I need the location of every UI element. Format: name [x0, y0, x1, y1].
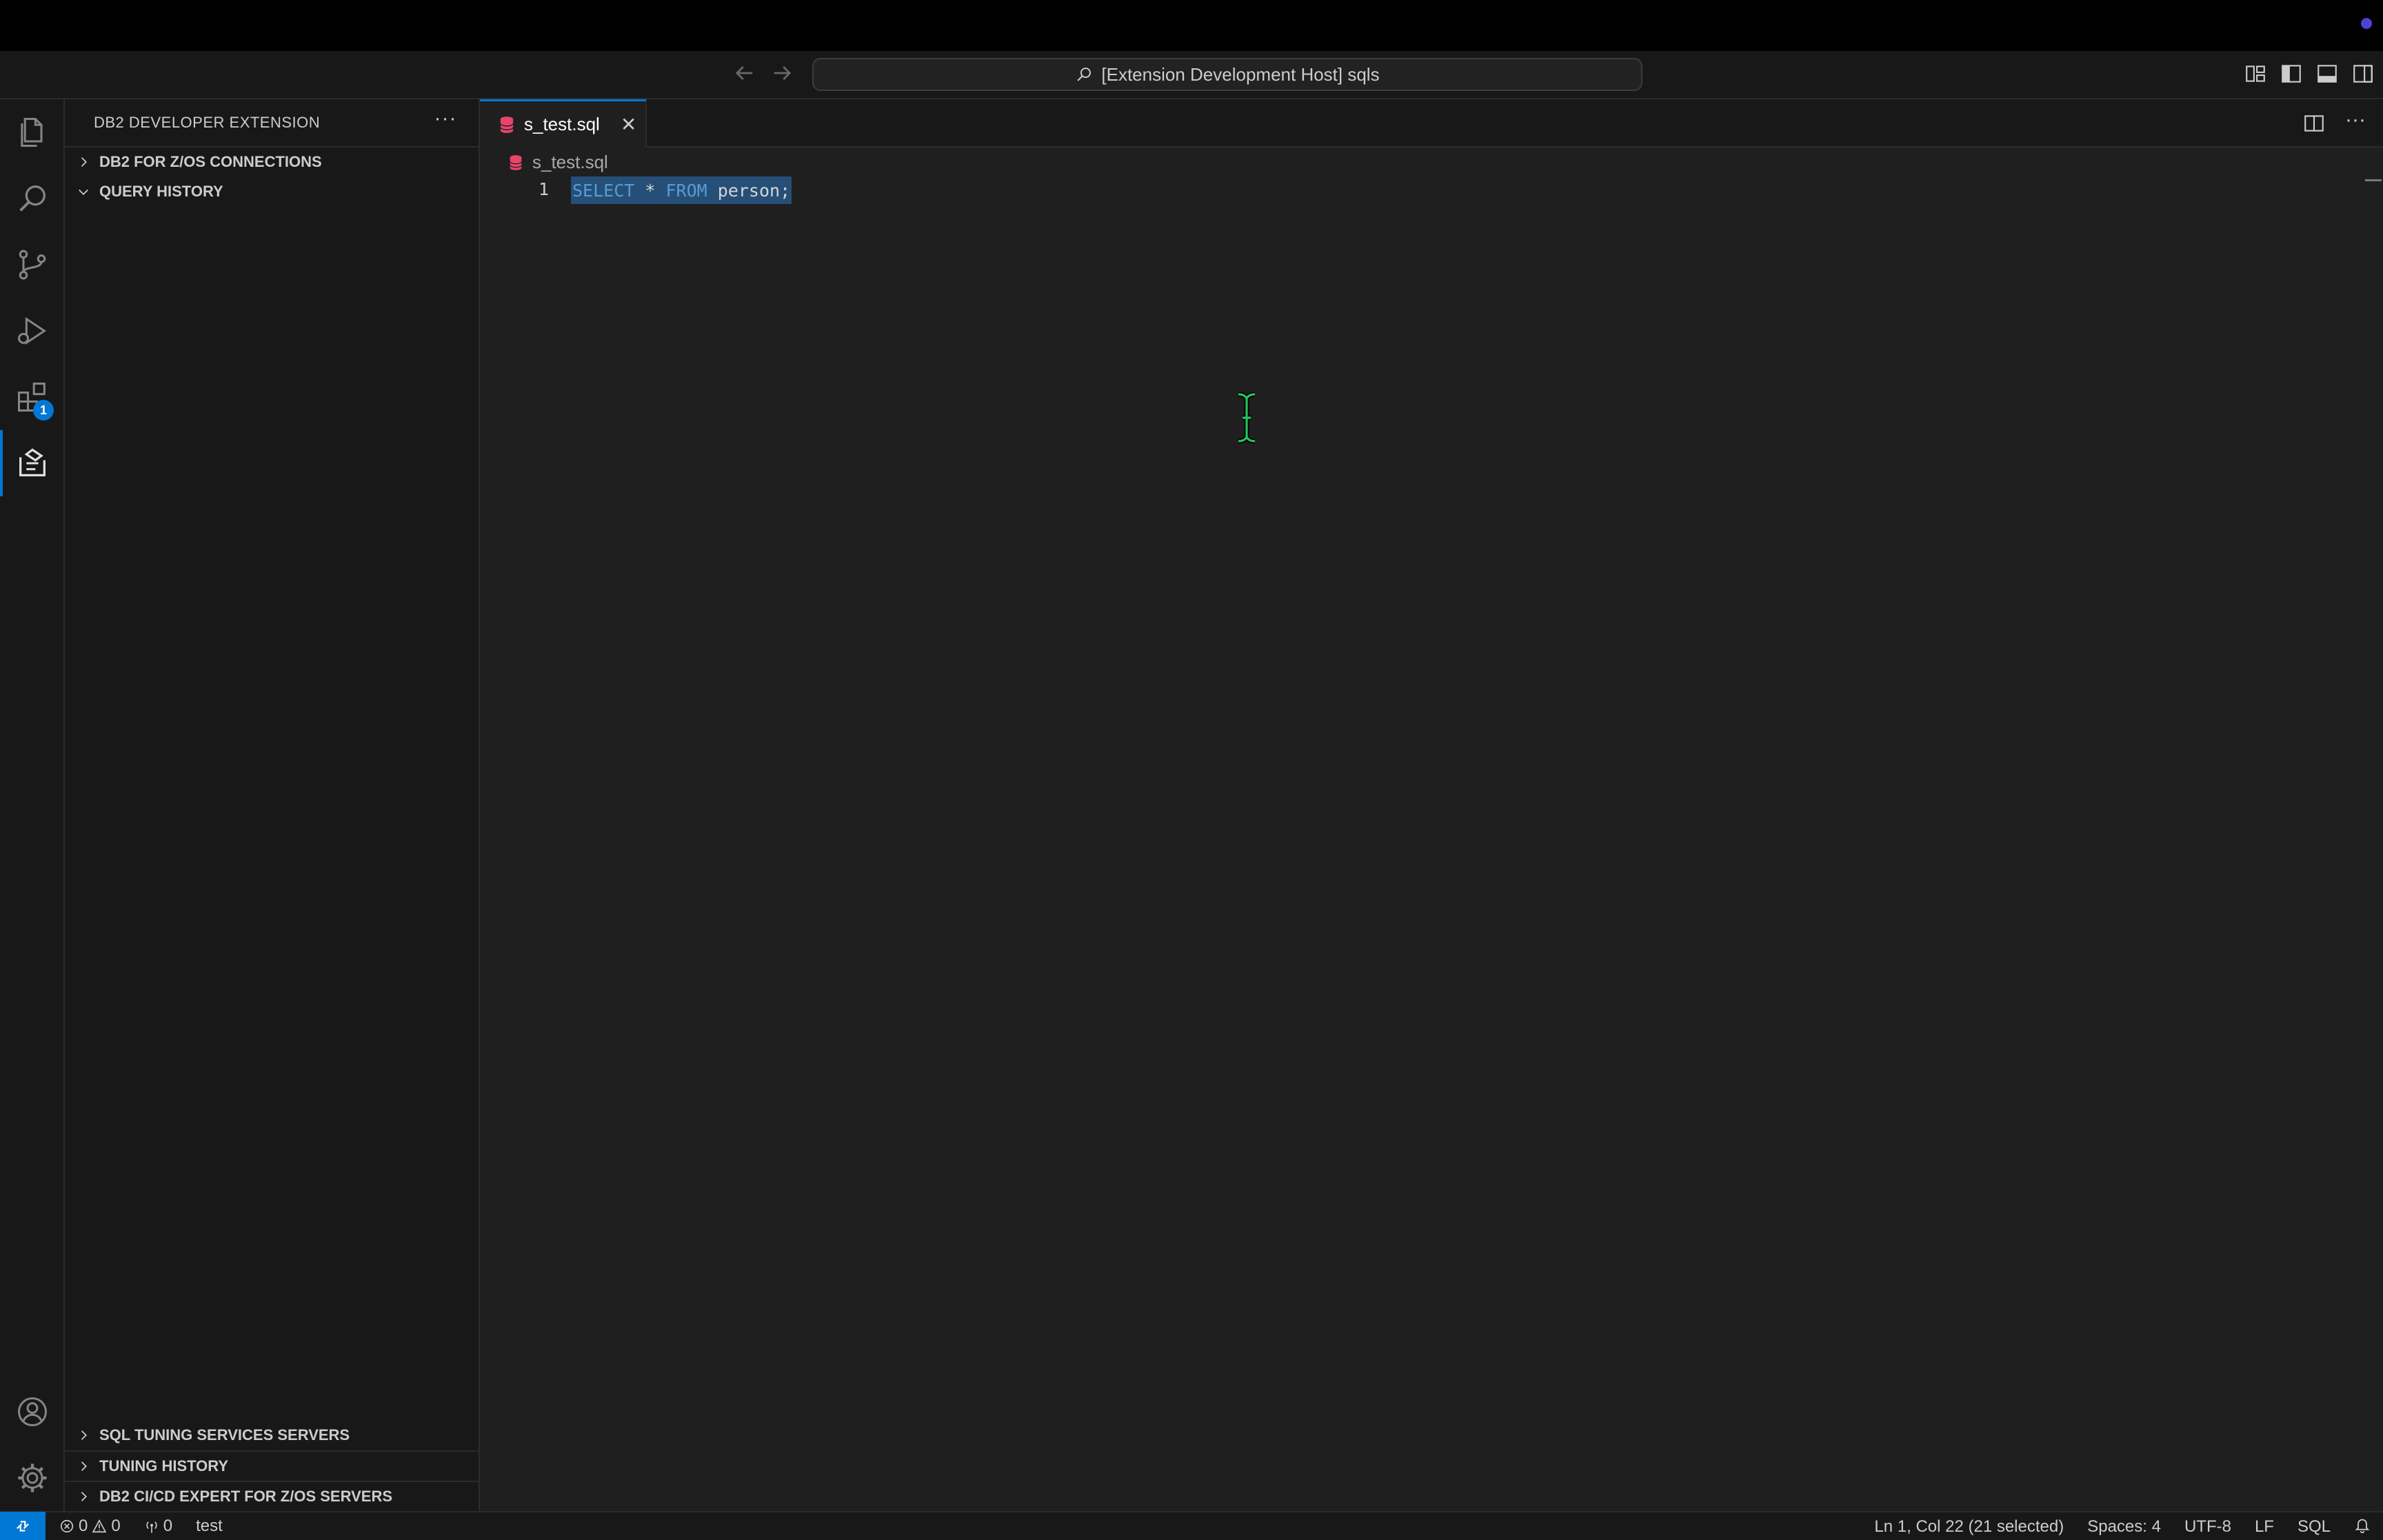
- keyword-token: SELECT: [572, 180, 635, 201]
- problems-indicator[interactable]: 0 0: [59, 1517, 121, 1536]
- operator-token: *: [645, 180, 656, 201]
- remote-indicator-icon[interactable]: [0, 1512, 46, 1540]
- section-label: DB2 CI/CD EXPERT FOR Z/OS SERVERS: [99, 1488, 393, 1505]
- broadcast-icon: [146, 1521, 157, 1533]
- editor-actions: ···: [2302, 110, 2368, 136]
- warning-count: 0: [111, 1517, 121, 1535]
- language-mode[interactable]: SQL: [2297, 1517, 2331, 1537]
- tab-label: s_test.sql: [524, 114, 600, 134]
- tab-s-test-sql[interactable]: s_test.sql ✕: [480, 99, 647, 148]
- run-debug-icon[interactable]: [0, 298, 65, 364]
- sidebar-header: DB2 DEVELOPER EXTENSION ···: [65, 99, 479, 146]
- error-count: 0: [79, 1517, 88, 1535]
- manage-gear-icon[interactable]: [0, 1445, 65, 1511]
- breadcrumb-file[interactable]: s_test.sql: [532, 152, 608, 173]
- section-db2-zos-connections[interactable]: DB2 FOR Z/OS CONNECTIONS: [65, 146, 479, 176]
- extensions-icon[interactable]: 1: [0, 364, 65, 430]
- navigation-arrows: [732, 61, 794, 85]
- profile-name: test: [196, 1517, 223, 1535]
- section-label: QUERY HISTORY: [99, 183, 223, 200]
- recording-indicator-dot: [2361, 18, 2372, 29]
- toggle-panel-icon[interactable]: [2315, 62, 2339, 85]
- encoding[interactable]: UTF-8: [2184, 1517, 2231, 1537]
- toggle-primary-sidebar-icon[interactable]: [2280, 62, 2303, 85]
- activity-bar: 1: [0, 99, 65, 1511]
- selected-code[interactable]: SELECT * FROM person;: [571, 176, 792, 204]
- more-actions-icon[interactable]: ···: [2343, 110, 2368, 136]
- section-db2-cicd-expert-servers[interactable]: DB2 CI/CD EXPERT FOR Z/OS SERVERS: [65, 1481, 479, 1511]
- section-sql-tuning-services-servers[interactable]: SQL TUNING SERVICES SERVERS: [65, 1420, 479, 1450]
- toggle-secondary-sidebar-icon[interactable]: [2351, 62, 2375, 85]
- sidebar-bottom-sections: SQL TUNING SERVICES SERVERS TUNING HISTO…: [65, 1420, 479, 1511]
- customize-layout-icon[interactable]: [2244, 62, 2267, 85]
- status-bar-right: Ln 1, Col 22 (21 selected) Spaces: 4 UTF…: [1874, 1512, 2371, 1540]
- account-icon[interactable]: [0, 1379, 65, 1445]
- database-file-icon: [510, 154, 522, 170]
- editor-area: s_test.sql ✕ ··· s_test.sql 1 SELECT * F…: [480, 99, 2383, 1511]
- section-tuning-history[interactable]: TUNING HISTORY: [65, 1450, 479, 1481]
- error-icon: [60, 1519, 74, 1533]
- keyword-token: FROM: [665, 180, 707, 201]
- status-bar: 0 0 0 test Ln 1, Col 22 (21 selected) Sp…: [0, 1511, 2383, 1540]
- cursor-position[interactable]: Ln 1, Col 22 (21 selected): [1874, 1517, 2064, 1537]
- chevron-down-icon: [73, 181, 94, 202]
- system-menu-bar: [0, 0, 2383, 51]
- code-line[interactable]: 1 SELECT * FROM person;: [480, 176, 2383, 204]
- database-file-icon: [500, 116, 514, 133]
- search-icon: [1077, 68, 1092, 81]
- section-label: DB2 FOR Z/OS CONNECTIONS: [99, 153, 322, 170]
- editor-tab-bar: s_test.sql ✕ ···: [480, 99, 2383, 148]
- chevron-right-icon: [73, 1425, 94, 1446]
- explorer-icon[interactable]: [0, 99, 65, 165]
- identifier-token: person;: [717, 180, 791, 201]
- bell-icon[interactable]: [2354, 1517, 2371, 1538]
- minimap-line-marker: [2365, 179, 2382, 181]
- profile-indicator[interactable]: test: [196, 1517, 223, 1536]
- warning-icon: [92, 1519, 107, 1533]
- arrow-right-icon[interactable]: [770, 61, 794, 85]
- section-label: TUNING HISTORY: [99, 1457, 229, 1475]
- ports-count: 0: [163, 1517, 173, 1535]
- search-icon[interactable]: [0, 165, 65, 232]
- section-query-history[interactable]: QUERY HISTORY: [65, 176, 479, 207]
- more-actions-icon[interactable]: ···: [432, 108, 459, 134]
- indentation[interactable]: Spaces: 4: [2087, 1517, 2161, 1537]
- chevron-right-icon: [73, 152, 94, 172]
- text-cursor-icon: [1238, 392, 1256, 444]
- breadcrumb: s_test.sql: [509, 152, 608, 173]
- command-center-text: [Extension Development Host] sqls: [1101, 63, 1380, 85]
- title-bar: [Extension Development Host] sqls: [0, 51, 2383, 99]
- line-number: 1: [538, 179, 549, 199]
- command-center-search[interactable]: [Extension Development Host] sqls: [812, 58, 1642, 91]
- chevron-right-icon: [73, 1456, 94, 1477]
- sidebar-title: DB2 DEVELOPER EXTENSION: [94, 114, 321, 131]
- section-label: SQL TUNING SERVICES SERVERS: [99, 1426, 350, 1443]
- source-control-icon[interactable]: [0, 232, 65, 298]
- layout-controls: [2244, 62, 2375, 85]
- extensions-badge: 1: [33, 400, 54, 421]
- db2-developer-icon[interactable]: [0, 430, 65, 496]
- arrow-left-icon[interactable]: [732, 61, 757, 85]
- split-editor-icon[interactable]: [2302, 112, 2326, 136]
- sidebar: DB2 DEVELOPER EXTENSION ··· DB2 FOR Z/OS…: [65, 99, 480, 1511]
- ports-indicator[interactable]: 0: [144, 1517, 172, 1536]
- close-icon[interactable]: ✕: [621, 113, 636, 136]
- end-of-line[interactable]: LF: [2255, 1517, 2274, 1537]
- chevron-right-icon: [73, 1486, 94, 1507]
